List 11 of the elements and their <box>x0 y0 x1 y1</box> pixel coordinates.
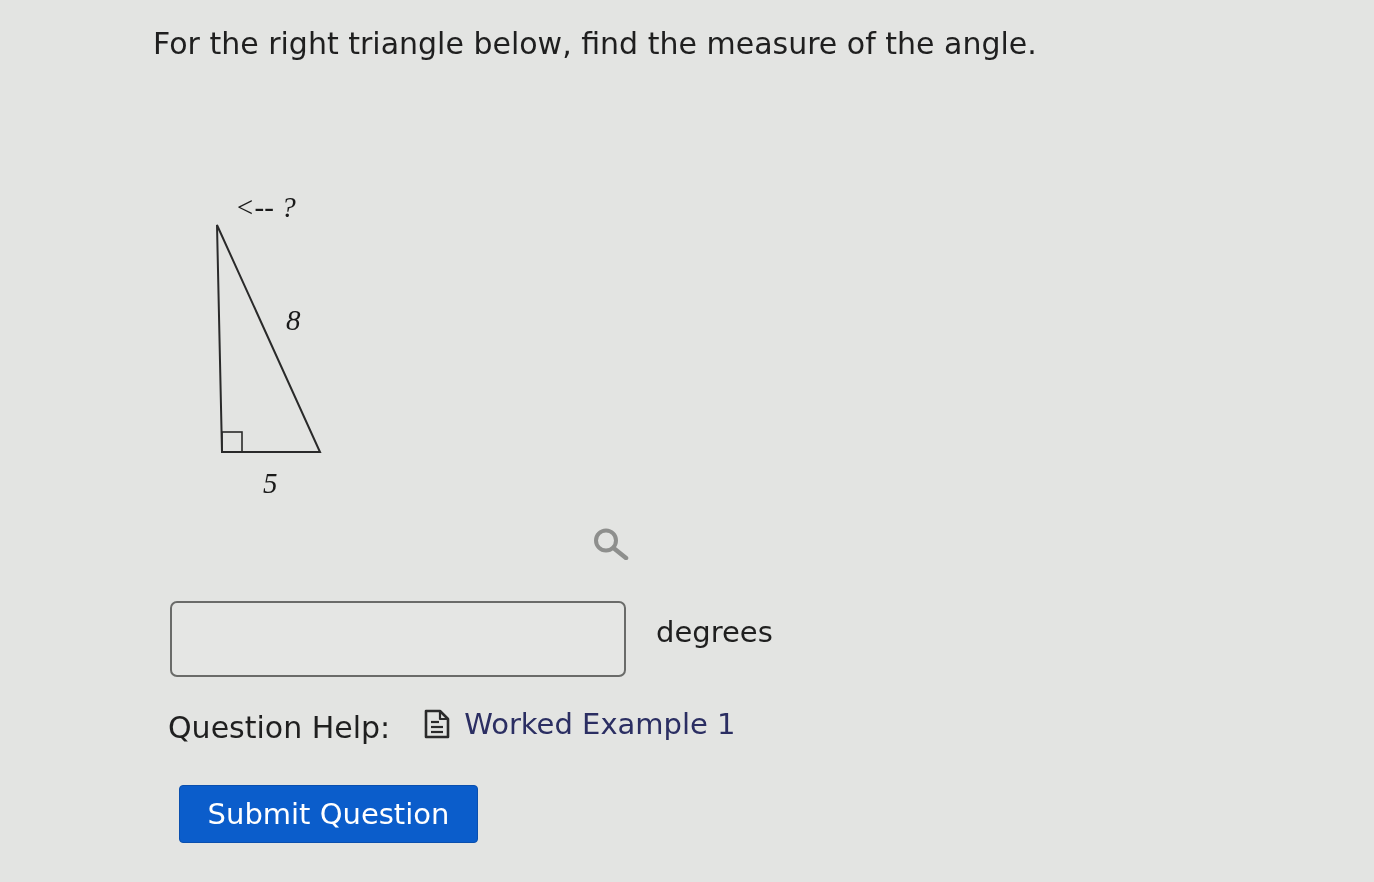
side-label: 8 <box>286 304 301 336</box>
angle-label: <-- ? <box>235 191 296 223</box>
unit-label: degrees <box>656 615 773 651</box>
submit-button[interactable]: Submit Question <box>179 785 478 843</box>
document-icon <box>423 708 452 740</box>
side-label: 5 <box>263 467 278 499</box>
worked-example-link[interactable]: Worked Example 1 <box>423 707 736 741</box>
search-icon[interactable] <box>593 528 629 560</box>
help-label: Question Help: <box>168 708 391 745</box>
question-prompt: For the right triangle below, find the measure of the angle. <box>153 26 1037 62</box>
answer-field[interactable] <box>170 601 626 677</box>
